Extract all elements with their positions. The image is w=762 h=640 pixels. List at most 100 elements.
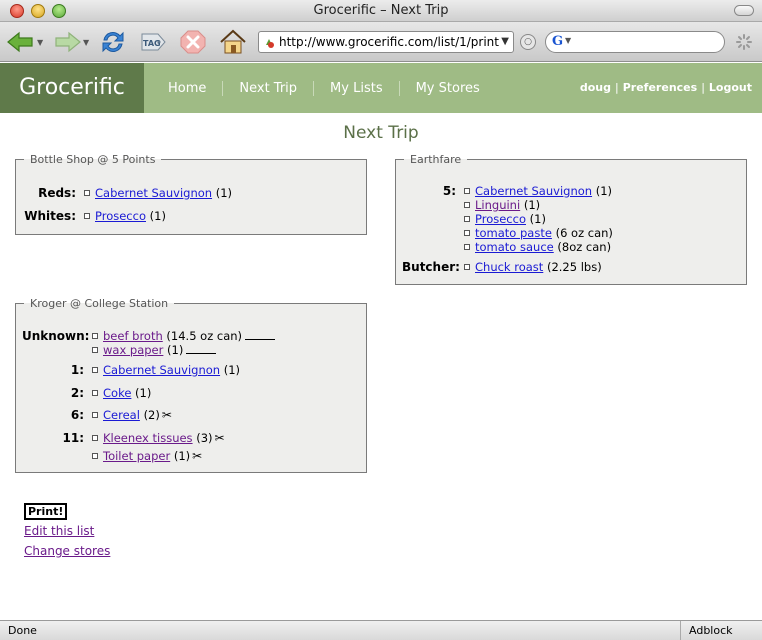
list-actions: Print! Edit this list Change stores	[24, 503, 110, 558]
chevron-down-icon: ▼	[83, 37, 90, 47]
url-text: http://www.grocerific.com/list/1/print	[279, 35, 499, 49]
chevron-down-icon[interactable]: ▼	[501, 32, 509, 52]
checkbox-icon[interactable]	[92, 412, 98, 418]
checkbox-icon[interactable]	[92, 390, 98, 396]
reload-button[interactable]	[98, 28, 128, 56]
item-link[interactable]: Chuck roast	[475, 260, 543, 274]
aisle-row: 1: Cabernet Sauvignon (1)	[22, 363, 240, 377]
search-field[interactable]: G ▼	[545, 31, 725, 53]
chevron-down-icon: ▼	[565, 36, 572, 45]
list-item: Kleenex tissues (3) ✂	[92, 431, 225, 445]
search-engine-icon[interactable]: G	[552, 34, 563, 49]
price-blank	[245, 330, 276, 340]
coupon-scissors-icon: ✂	[192, 449, 203, 463]
list-item: Coke (1)	[92, 386, 151, 400]
item-qty: (2.25 lbs)	[546, 260, 602, 274]
aisle-label: Reds:	[38, 186, 76, 200]
list-item: Prosecco (1)	[84, 209, 166, 223]
item-link[interactable]: Coke	[103, 386, 131, 400]
list-item: Linguini (1)	[464, 198, 613, 212]
list-item: wax paper (1)	[92, 343, 275, 357]
checkbox-icon[interactable]	[464, 230, 470, 236]
aisle-row: 6: Cereal (2) ✂	[22, 408, 172, 422]
window-title: Grocerific – Next Trip	[313, 3, 449, 18]
adblock-button[interactable]: Adblock	[680, 621, 733, 640]
aisle-row: Reds: Cabernet Sauvignon (1)	[24, 186, 232, 200]
checkbox-icon[interactable]	[464, 202, 470, 208]
item-link[interactable]: wax paper	[103, 343, 163, 357]
item-link[interactable]: beef broth	[103, 329, 163, 343]
item-link[interactable]: Kleenex tissues	[103, 431, 193, 445]
back-button[interactable]: ▼	[6, 28, 43, 56]
item-link[interactable]: Cereal	[103, 408, 140, 422]
store-panel-earthfare: Earthfare 5: Cabernet Sauvignon (1) Ling…	[395, 153, 747, 285]
list-item: Cereal (2) ✂	[92, 408, 172, 422]
loading-spinner-icon	[736, 34, 752, 50]
go-button[interactable]: ○	[520, 34, 536, 50]
site-favicon-icon	[266, 39, 274, 48]
address-bar[interactable]: http://www.grocerific.com/list/1/print ▼	[258, 31, 514, 53]
checkbox-icon[interactable]	[92, 347, 98, 353]
user-links: doug | Preferences | Logout	[579, 81, 752, 94]
aisle-row: 5: Cabernet Sauvignon (1) Linguini (1) P…	[402, 184, 613, 254]
aisle-label: Unknown:	[22, 329, 90, 343]
checkbox-icon[interactable]	[464, 264, 470, 270]
preferences-link[interactable]: Preferences	[623, 81, 697, 94]
nav-my-lists[interactable]: My Lists	[313, 80, 399, 96]
item-link[interactable]: Prosecco	[95, 209, 146, 223]
status-text: Done	[8, 624, 37, 637]
forward-button[interactable]: ▼	[52, 28, 89, 56]
item-link[interactable]: Cabernet Sauvignon	[95, 186, 212, 200]
toolbar-toggle-button[interactable]	[734, 5, 754, 16]
edit-list-link[interactable]: Edit this list	[24, 524, 110, 538]
site-logo[interactable]: Grocerific	[0, 63, 144, 113]
aisle-row: Unknown: beef broth (14.5 oz can) wax pa…	[22, 329, 276, 357]
item-qty: (3)	[196, 431, 213, 445]
list-item: Chuck roast (2.25 lbs)	[464, 260, 602, 274]
item-qty: (6 oz can)	[555, 226, 613, 240]
store-panel-kroger: Kroger @ College Station Unknown: beef b…	[15, 297, 367, 473]
checkbox-icon[interactable]	[92, 453, 98, 459]
checkbox-icon[interactable]	[92, 333, 98, 339]
nav-home[interactable]: Home	[154, 81, 222, 96]
item-link[interactable]: tomato paste	[475, 226, 552, 240]
list-item: Cabernet Sauvignon (1)	[464, 184, 613, 198]
nav-my-stores[interactable]: My Stores	[398, 80, 496, 96]
back-arrow-icon	[7, 31, 33, 53]
item-link[interactable]: Cabernet Sauvignon	[475, 184, 592, 198]
checkbox-icon[interactable]	[464, 244, 470, 250]
stop-button[interactable]	[178, 28, 208, 56]
aisle-label: 11:	[62, 431, 85, 445]
coupon-scissors-icon: ✂	[214, 431, 225, 445]
store-name: Bottle Shop @ 5 Points	[30, 153, 156, 166]
checkbox-icon[interactable]	[92, 367, 98, 373]
item-link[interactable]: tomato sauce	[475, 240, 554, 254]
item-qty: (8oz can)	[557, 240, 612, 254]
item-link[interactable]: Toilet paper	[103, 449, 170, 463]
checkbox-icon[interactable]	[464, 188, 470, 194]
aisle-label: 1:	[70, 363, 84, 377]
username-link[interactable]: doug	[580, 81, 611, 94]
item-link[interactable]: Prosecco	[475, 212, 526, 226]
print-button[interactable]: Print!	[24, 503, 68, 520]
item-link[interactable]: Cabernet Sauvignon	[103, 363, 220, 377]
store-panel-bottle-shop: Bottle Shop @ 5 Points Reds: Cabernet Sa…	[15, 153, 367, 235]
checkbox-icon[interactable]	[84, 213, 90, 219]
page-title: Next Trip	[343, 123, 419, 143]
price-blank	[186, 344, 217, 354]
logout-link[interactable]: Logout	[709, 81, 752, 94]
item-qty: (14.5 oz can)	[166, 329, 243, 343]
aisle-row: 2: Coke (1)	[22, 386, 152, 400]
tag-button[interactable]: TAG	[138, 28, 168, 56]
item-qty: (2)	[143, 408, 160, 422]
nav-next-trip[interactable]: Next Trip	[222, 80, 313, 96]
change-stores-link[interactable]: Change stores	[24, 544, 110, 558]
home-button[interactable]	[218, 28, 248, 56]
list-item: Toilet paper (1) ✂	[92, 449, 225, 463]
checkbox-icon[interactable]	[464, 216, 470, 222]
checkbox-icon[interactable]	[92, 435, 98, 441]
main-nav: Home Next Trip My Lists My Stores	[154, 63, 496, 113]
checkbox-icon[interactable]	[84, 190, 90, 196]
reload-icon	[102, 31, 124, 53]
item-link[interactable]: Linguini	[475, 198, 520, 212]
